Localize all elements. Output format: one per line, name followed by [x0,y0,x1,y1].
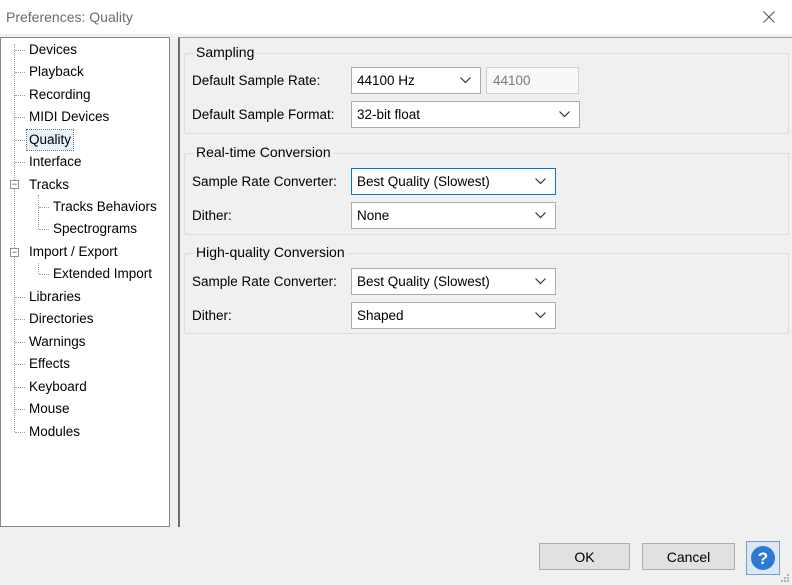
default-sample-format-select[interactable]: 32-bit float [351,101,580,128]
tree-item-import-export[interactable]: Import / Export [27,242,120,262]
realtime-dither-label: Dither: [192,208,232,223]
chevron-down-icon [535,278,546,285]
tree-connector-line [39,274,49,275]
svg-text:?: ? [758,549,768,568]
realtime-converter-value: Best Quality (Slowest) [357,174,490,189]
highquality-dither-value: Shaped [357,308,404,323]
preferences-tree[interactable]: − − Devices Playback Recording MIDI Devi… [0,37,170,527]
tree-connector-line [15,387,25,388]
cancel-button[interactable]: Cancel [642,543,735,570]
tree-connector-line [15,319,25,320]
default-sample-format-label: Default Sample Format: [192,107,335,122]
title-bar: Preferences: Quality [0,0,792,34]
tree-item-recording[interactable]: Recording [27,85,93,105]
highquality-converter-select[interactable]: Best Quality (Slowest) [351,268,556,295]
realtime-converter-select[interactable]: Best Quality (Slowest) [351,168,556,195]
tree-item-midi-devices[interactable]: MIDI Devices [27,107,111,127]
tree-connector-line [15,342,25,343]
default-sample-rate-value: 44100 Hz [357,73,415,88]
realtime-converter-label: Sample Rate Converter: [192,174,337,189]
tree-item-keyboard[interactable]: Keyboard [27,377,89,397]
tree-item-playback[interactable]: Playback [27,62,86,82]
tree-connector-line [15,140,25,141]
highquality-converter-label: Sample Rate Converter: [192,274,337,289]
tree-item-effects[interactable]: Effects [27,354,72,374]
highquality-converter-value: Best Quality (Slowest) [357,274,490,289]
tree-connector-line [15,297,25,298]
resize-grip-icon[interactable] [780,573,790,583]
highquality-dither-select[interactable]: Shaped [351,302,556,329]
tree-item-mouse[interactable]: Mouse [27,399,72,419]
chevron-down-icon [535,312,546,319]
tree-connector-line [15,95,25,96]
realtime-dither-select[interactable]: None [351,202,556,229]
sample-rate-text-field[interactable]: 44100 [486,67,579,94]
tree-connector-line [14,44,15,432]
tree-item-interface[interactable]: Interface [27,152,84,172]
highquality-conversion-group-title: High-quality Conversion [193,244,348,260]
tree-connector-line [38,263,39,274]
highquality-dither-label: Dither: [192,308,232,323]
default-sample-rate-select[interactable]: 44100 Hz [351,67,481,94]
tree-item-devices[interactable]: Devices [27,40,79,60]
tree-connector-line [15,409,25,410]
tree-item-tracks-behaviors[interactable]: Tracks Behaviors [51,197,159,217]
chevron-down-icon [460,77,471,84]
tree-item-spectrograms[interactable]: Spectrograms [51,219,139,239]
help-icon: ? [751,546,775,570]
close-button[interactable] [746,0,792,34]
close-icon [763,11,775,23]
tree-item-quality[interactable]: Quality [25,129,75,151]
collapse-tracks-icon[interactable]: − [10,180,19,189]
tree-connector-line [15,364,25,365]
tree-item-warnings[interactable]: Warnings [27,332,88,352]
tree-connector-line [15,162,25,163]
tree-item-extended-import[interactable]: Extended Import [51,264,154,284]
tree-connector-line [39,229,49,230]
tree-item-tracks[interactable]: Tracks [27,175,71,195]
realtime-conversion-group-title: Real-time Conversion [193,144,334,160]
default-sample-rate-label: Default Sample Rate: [192,73,321,88]
default-sample-format-value: 32-bit float [357,107,421,122]
tree-connector-line [15,432,25,433]
tree-item-modules[interactable]: Modules [27,422,82,442]
tree-item-libraries[interactable]: Libraries [27,287,83,307]
ok-button[interactable]: OK [539,543,630,570]
tree-item-directories[interactable]: Directories [27,309,96,329]
tree-connector-line [38,195,39,229]
tree-connector-line [15,50,25,51]
tree-connector-line [39,207,49,208]
tree-connector-line [15,117,25,118]
chevron-down-icon [535,178,546,185]
collapse-import-export-icon[interactable]: − [10,248,19,257]
sampling-group-title: Sampling [193,44,258,60]
chevron-down-icon [535,212,546,219]
tree-connector-line [15,72,25,73]
window-title: Preferences: Quality [6,9,133,25]
help-button[interactable]: ? [746,541,780,575]
realtime-dither-value: None [357,208,390,223]
chevron-down-icon [559,111,570,118]
